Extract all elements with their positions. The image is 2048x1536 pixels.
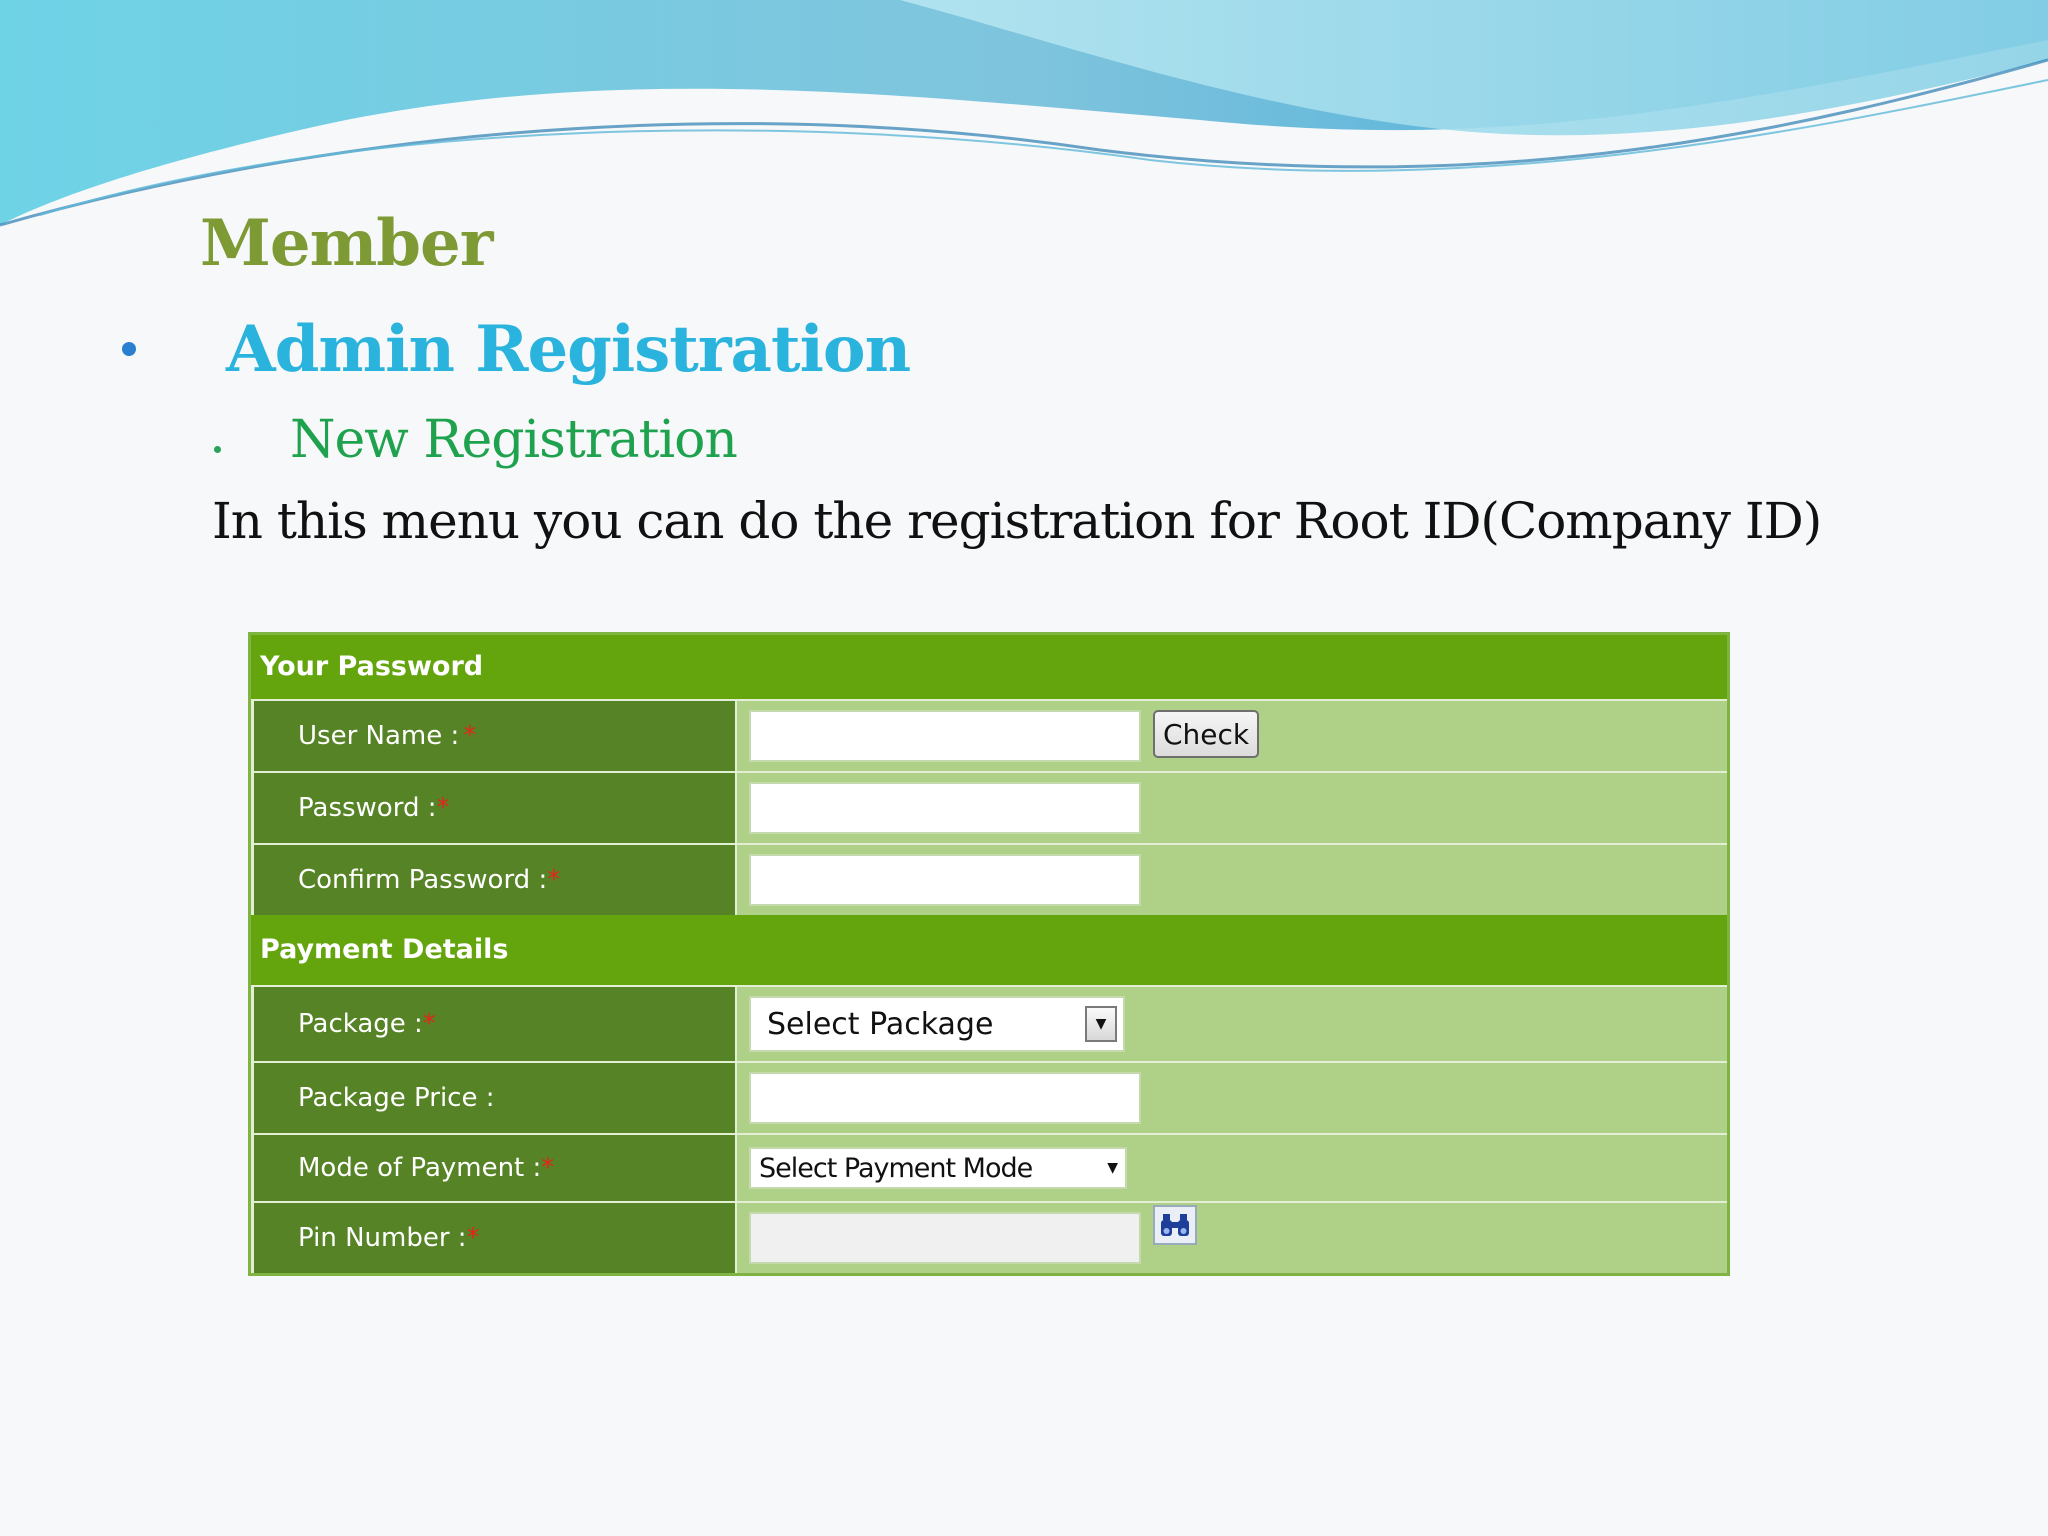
header-wave-decoration <box>0 0 2048 227</box>
confirm-password-label: Confirm Password : * <box>251 845 737 915</box>
user-name-field-cell: Check <box>737 701 1727 771</box>
required-asterisk: * <box>463 721 477 751</box>
required-asterisk: * <box>466 1223 480 1253</box>
confirm-password-input[interactable] <box>749 854 1141 906</box>
form-row-confirm-password: Confirm Password : * <box>251 843 1727 915</box>
confirm-password-field-cell <box>737 845 1727 915</box>
form-row-pin-number: Pin Number : * <box>251 1201 1727 1273</box>
password-field-cell <box>737 773 1727 843</box>
pin-number-input <box>749 1212 1141 1264</box>
pin-number-label-text: Pin Number : <box>298 1223 467 1253</box>
description-text: In this menu you can do the registration… <box>212 492 1822 550</box>
package-price-field-cell <box>737 1063 1727 1133</box>
required-asterisk: * <box>436 793 450 823</box>
mode-of-payment-label: Mode of Payment : * <box>251 1135 737 1201</box>
user-name-label: User Name : * <box>251 701 737 771</box>
package-label: Package : * <box>251 987 737 1061</box>
package-price-label-text: Package Price : <box>298 1083 495 1113</box>
bullet-icon <box>122 342 136 356</box>
package-field-cell: Select Package ▼ <box>737 987 1727 1061</box>
user-name-input[interactable] <box>749 710 1141 762</box>
binoculars-icon[interactable] <box>1153 1205 1197 1245</box>
section-header-password: Your Password <box>251 635 1727 699</box>
password-label-text: Password : <box>298 793 437 823</box>
registration-form: Your Password User Name : * Check Passwo… <box>248 632 1730 1276</box>
required-asterisk: * <box>541 1153 555 1183</box>
slide-title: Member <box>200 206 493 281</box>
chevron-down-icon[interactable]: ▼ <box>1085 1006 1117 1042</box>
mode-of-payment-label-text: Mode of Payment : <box>298 1153 542 1183</box>
package-select[interactable]: Select Package ▼ <box>749 996 1125 1052</box>
form-row-package: Package : * Select Package ▼ <box>251 985 1727 1061</box>
chevron-down-icon: ▼ <box>1107 1160 1118 1176</box>
section-heading: Admin Registration <box>226 312 911 387</box>
sub-heading: New Registration <box>290 410 738 470</box>
password-label: Password : * <box>251 773 737 843</box>
package-select-value: Select Package <box>767 1006 994 1042</box>
mode-of-payment-select-value: Select Payment Mode <box>759 1152 1033 1184</box>
user-name-label-text: User Name : <box>298 721 460 751</box>
mode-of-payment-select[interactable]: Select Payment Mode ▼ <box>749 1147 1127 1189</box>
form-row-mode-of-payment: Mode of Payment : * Select Payment Mode … <box>251 1133 1727 1201</box>
password-input[interactable] <box>749 782 1141 834</box>
section-header-payment: Payment Details <box>251 915 1727 985</box>
pin-number-field-cell <box>737 1203 1727 1273</box>
package-price-label: Package Price : <box>251 1063 737 1133</box>
package-price-input[interactable] <box>749 1072 1141 1124</box>
form-row-password: Password : * <box>251 771 1727 843</box>
mode-of-payment-field-cell: Select Payment Mode ▼ <box>737 1135 1727 1201</box>
required-asterisk: * <box>547 865 561 895</box>
package-label-text: Package : <box>298 1009 423 1039</box>
required-asterisk: * <box>422 1009 436 1039</box>
sub-bullet-icon <box>214 446 221 453</box>
pin-number-label: Pin Number : * <box>251 1203 737 1273</box>
check-button[interactable]: Check <box>1153 710 1260 758</box>
confirm-password-label-text: Confirm Password : <box>298 865 548 895</box>
form-row-package-price: Package Price : <box>251 1061 1727 1133</box>
form-row-user-name: User Name : * Check <box>251 699 1727 771</box>
